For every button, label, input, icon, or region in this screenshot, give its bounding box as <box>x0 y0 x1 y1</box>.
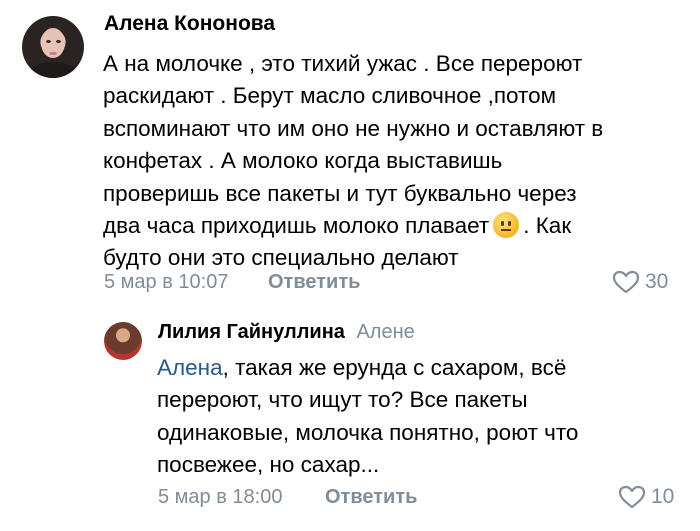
mention-link[interactable]: Алена <box>157 355 223 380</box>
comment-line: проверишь все пакеты и тут буквально чер… <box>103 180 577 206</box>
reply-author[interactable]: Лилия Гайнуллина <box>158 321 345 343</box>
reply-date[interactable]: 5 мар в 18:00 <box>158 486 282 509</box>
heart-icon <box>618 485 646 509</box>
comment-line: будто они это специально делают <box>103 245 459 271</box>
reply-line-part: , такая же ерунда с сахаром, всё <box>222 355 567 380</box>
reply-line: одинаковые, молочка понятно, роют что <box>157 419 579 445</box>
comment-line: конфетах . А молоко когда выставишь <box>103 148 503 174</box>
comment-line: раскидают . Берут масло сливочное ,потом <box>103 83 557 109</box>
reply-button[interactable]: Ответить <box>268 271 360 294</box>
avatar[interactable] <box>104 322 142 360</box>
comment-line: вспоминают что им оно не нужно и оставля… <box>103 115 604 141</box>
comment-line: А на молочке , это тихий ужас . Все пере… <box>103 51 583 76</box>
neutral-face-icon <box>493 212 520 239</box>
reply-line: Алена, такая же ерунда с сахаром, всё <box>157 352 687 384</box>
comment-date[interactable]: 5 мар в 10:07 <box>104 271 228 294</box>
heart-icon <box>612 270 640 294</box>
comment-author[interactable]: Алена Кононова <box>104 12 275 36</box>
reply-button[interactable]: Ответить <box>325 486 417 509</box>
comment-text: А на молочке , это тихий ужас . Все пере… <box>103 48 693 275</box>
reply-line: посвежее, но сахар... <box>157 452 380 478</box>
reply-line: перероют, что ищут то? Все пакеты <box>157 387 528 413</box>
reply-text: Алена, такая же ерунда с сахаром, всё пе… <box>157 352 687 482</box>
comment-line-part: два часа приходишь молоко плавает <box>103 213 490 239</box>
like-button[interactable]: 30 <box>612 270 668 294</box>
avatar[interactable] <box>22 16 84 78</box>
like-button[interactable]: 10 <box>618 485 674 509</box>
reply-to[interactable]: Алене <box>356 321 414 343</box>
comment-line: два часа приходишь молоко плавает . Как <box>103 210 693 242</box>
reply-header: Лилия Гайнуллина Алене <box>158 321 415 344</box>
like-count: 30 <box>645 270 669 293</box>
comment-line-part: . Как <box>523 213 572 239</box>
like-count: 10 <box>651 485 675 508</box>
